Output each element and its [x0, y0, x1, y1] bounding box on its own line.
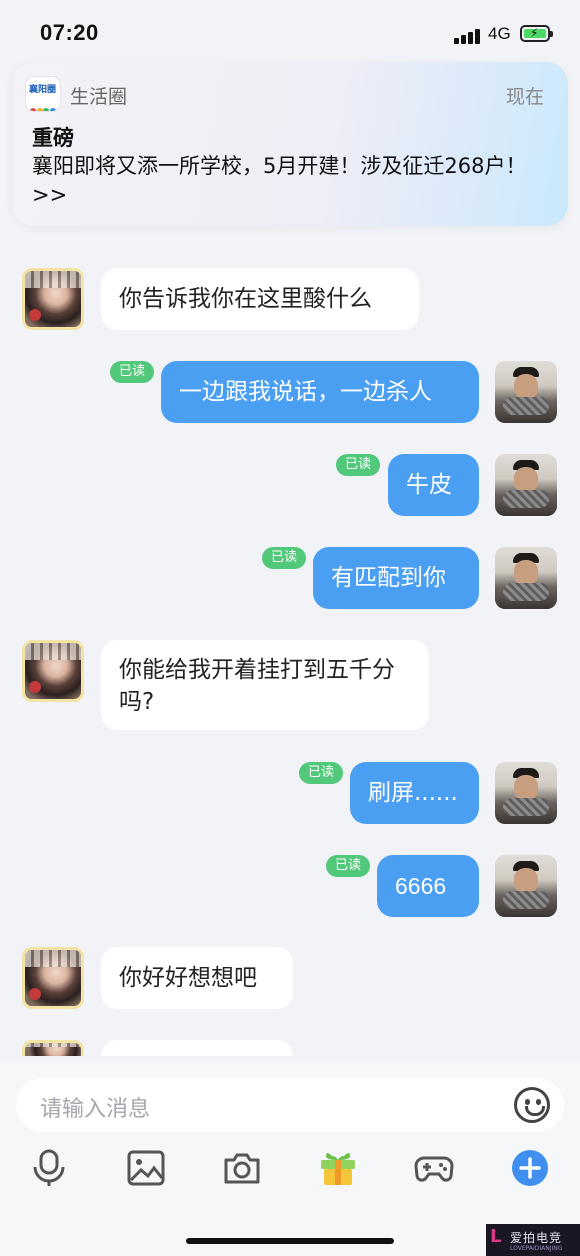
- watermark-url: LOVEPAIDIANJING: [510, 1245, 563, 1252]
- gamepad-icon[interactable]: [414, 1148, 454, 1188]
- notification-app-name: 生活圈: [70, 86, 128, 108]
- message-bubble-outgoing[interactable]: 一边跟我说话，一边杀人: [161, 361, 479, 423]
- signal-icon: [454, 28, 482, 44]
- watermark-mark: L: [490, 1226, 502, 1247]
- camera-icon[interactable]: [222, 1148, 262, 1188]
- gift-icon[interactable]: [318, 1148, 358, 1188]
- read-badge: 已读: [326, 855, 371, 877]
- notification-banner[interactable]: 襄阳圈 生活圈 现在 重磅 襄阳即将又添一所学校，5月开建！涉及征迁268户！ …: [12, 62, 568, 226]
- app-icon-text: 襄阳圈: [29, 85, 57, 95]
- status-time: 07:20: [40, 20, 99, 45]
- read-badge: 已读: [299, 762, 344, 784]
- network-type: 4G: [488, 24, 511, 43]
- my-avatar[interactable]: [495, 454, 557, 516]
- contact-avatar[interactable]: [22, 268, 84, 330]
- message-bubble-outgoing[interactable]: 刷屏......: [350, 762, 479, 824]
- message-bubble-incoming[interactable]: 你好好想想吧: [101, 947, 293, 1009]
- message-bubble-incoming[interactable]: 你能给我开着挂打到五千分吗?: [101, 640, 429, 730]
- app-icon: 襄阳圈: [26, 77, 60, 111]
- emoji-icon[interactable]: [514, 1087, 550, 1123]
- notification-time: 现在: [505, 86, 544, 108]
- read-badge: 已读: [336, 454, 381, 476]
- my-avatar[interactable]: [495, 547, 557, 609]
- plus-icon[interactable]: [510, 1148, 550, 1188]
- read-badge: 已读: [110, 361, 155, 383]
- watermark-brand: 爱拍电竞: [510, 1231, 563, 1245]
- my-avatar[interactable]: [495, 855, 557, 917]
- contact-avatar[interactable]: [22, 1040, 84, 1056]
- contact-avatar[interactable]: [22, 947, 84, 1009]
- status-bar: 07:20 4G ⚡: [0, 0, 580, 60]
- image-icon[interactable]: [126, 1148, 166, 1188]
- message-bubble-incoming-partial[interactable]: [101, 1040, 293, 1056]
- microphone-icon[interactable]: [29, 1148, 69, 1188]
- message-input[interactable]: 请输入消息: [16, 1078, 564, 1132]
- my-avatar[interactable]: [495, 762, 557, 824]
- battery-icon: ⚡: [520, 25, 553, 42]
- message-bubble-outgoing[interactable]: 牛皮: [388, 454, 479, 516]
- my-avatar[interactable]: [495, 361, 557, 423]
- message-input-placeholder: 请输入消息: [40, 1097, 151, 1122]
- home-indicator[interactable]: [186, 1238, 394, 1244]
- message-bubble-incoming[interactable]: 你告诉我你在这里酸什么: [101, 268, 419, 330]
- notification-body: 襄阳即将又添一所学校，5月开建！涉及征迁268户！ >>: [32, 154, 527, 207]
- contact-avatar[interactable]: [22, 640, 84, 702]
- notification-title: 重磅: [32, 126, 74, 150]
- message-bubble-outgoing[interactable]: 6666: [377, 855, 479, 917]
- watermark-logo: L 爱拍电竞 LOVEPAIDIANJING: [486, 1224, 580, 1256]
- message-bubble-outgoing[interactable]: 有匹配到你: [313, 547, 479, 609]
- read-badge: 已读: [262, 547, 307, 569]
